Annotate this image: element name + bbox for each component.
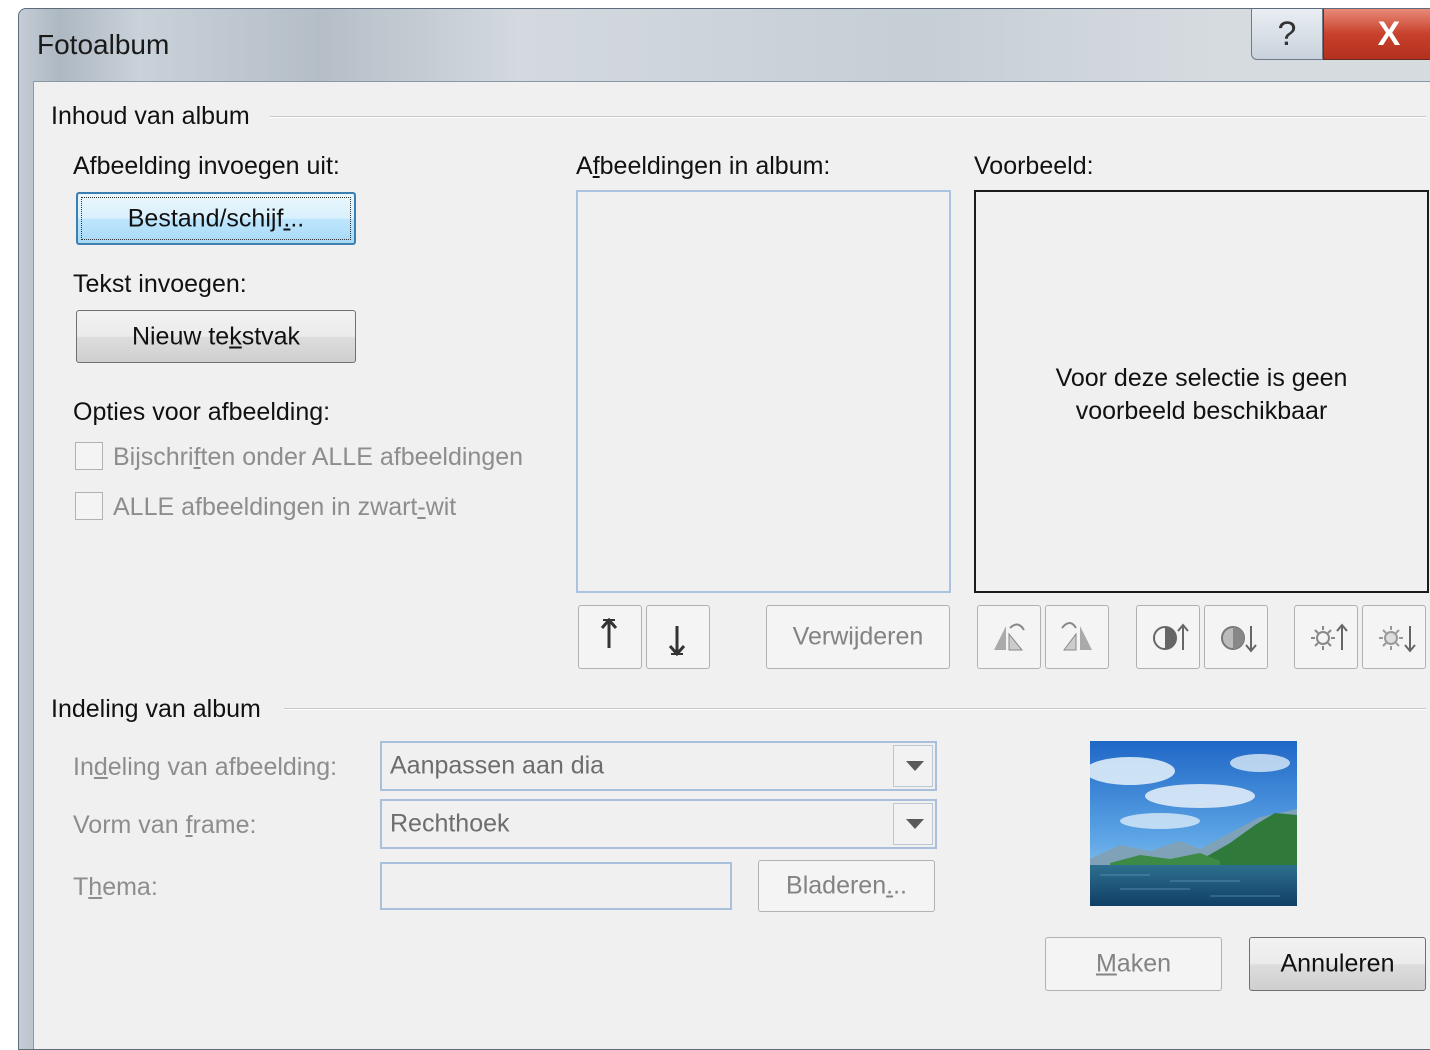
pictures-in-album-label: Afbeeldingen in album: bbox=[576, 152, 831, 180]
brightness-up-icon bbox=[1311, 623, 1348, 650]
frame-shape-select[interactable]: Rechthoek bbox=[380, 799, 937, 849]
title-bar[interactable]: Fotoalbum ? X bbox=[19, 9, 1430, 81]
rotate-right-icon bbox=[1061, 622, 1092, 651]
theme-input[interactable] bbox=[380, 862, 732, 910]
black-white-checkbox-label: ALLE afbeeldingen in zwart-wit bbox=[113, 493, 457, 521]
picture-options-label: Opties voor afbeelding: bbox=[73, 398, 331, 426]
brightness-down-button[interactable] bbox=[1362, 605, 1426, 669]
captions-checkbox-label: Bijschriften onder ALLE afbeeldingen bbox=[113, 443, 524, 471]
content-group-title: Inhoud van album bbox=[51, 102, 250, 130]
contrast-up-button[interactable] bbox=[1136, 605, 1200, 669]
picture-layout-value: Aanpassen aan dia bbox=[390, 751, 605, 780]
contrast-up-icon bbox=[1153, 623, 1189, 650]
contrast-down-button[interactable] bbox=[1204, 605, 1268, 669]
close-button[interactable]: X bbox=[1323, 9, 1430, 60]
browse-button[interactable]: Bladeren... bbox=[758, 860, 935, 912]
arrow-up-icon bbox=[600, 617, 618, 648]
file-disk-button[interactable]: Bestand/schijf... bbox=[76, 192, 356, 245]
frame-shape-value: Rechthoek bbox=[390, 809, 510, 838]
insert-text-label: Tekst invoegen: bbox=[73, 270, 247, 298]
chevron-down-icon[interactable] bbox=[893, 803, 933, 845]
brightness-up-button[interactable] bbox=[1294, 605, 1358, 669]
picture-layout-select[interactable]: Aanpassen aan dia bbox=[380, 741, 937, 791]
create-button[interactable]: Maken bbox=[1045, 937, 1222, 991]
frame-shape-label: Vorm van frame: bbox=[73, 811, 257, 839]
move-down-button[interactable] bbox=[646, 605, 710, 669]
contrast-down-icon bbox=[1221, 626, 1257, 653]
new-textbox-button[interactable]: Nieuw tekstvak bbox=[76, 310, 356, 363]
chevron-down-icon[interactable] bbox=[893, 745, 933, 787]
pictures-listbox[interactable] bbox=[576, 190, 951, 593]
help-button[interactable]: ? bbox=[1251, 9, 1323, 60]
cancel-button[interactable]: Annuleren bbox=[1249, 937, 1426, 991]
theme-label: Thema: bbox=[73, 873, 158, 901]
layout-preview-image bbox=[1090, 741, 1297, 906]
brightness-down-icon bbox=[1379, 626, 1416, 653]
preview-label: Voorbeeld: bbox=[974, 152, 1094, 180]
insert-picture-from-label: Afbeelding invoegen uit: bbox=[73, 152, 340, 180]
rotate-left-button[interactable] bbox=[977, 605, 1041, 669]
black-white-checkbox[interactable] bbox=[75, 492, 103, 520]
layout-group-title: Indeling van album bbox=[51, 695, 261, 723]
landscape-thumbnail-icon bbox=[1090, 741, 1297, 906]
layout-group-divider bbox=[284, 708, 1426, 710]
rotate-left-icon bbox=[994, 623, 1025, 651]
content-group-divider bbox=[270, 116, 1426, 118]
captions-checkbox[interactable] bbox=[75, 442, 103, 470]
rotate-right-button[interactable] bbox=[1045, 605, 1109, 669]
window-title: Fotoalbum bbox=[37, 29, 170, 60]
remove-button[interactable]: Verwijderen bbox=[766, 605, 950, 669]
preview-message: Voor deze selectie is geen voorbeeld bes… bbox=[1055, 364, 1348, 425]
preview-pane: Voor deze selectie is geen voorbeeld bes… bbox=[974, 190, 1429, 593]
move-up-button[interactable] bbox=[578, 605, 642, 669]
picture-layout-label: Indeling van afbeelding: bbox=[73, 753, 338, 781]
arrow-down-icon bbox=[668, 626, 686, 657]
